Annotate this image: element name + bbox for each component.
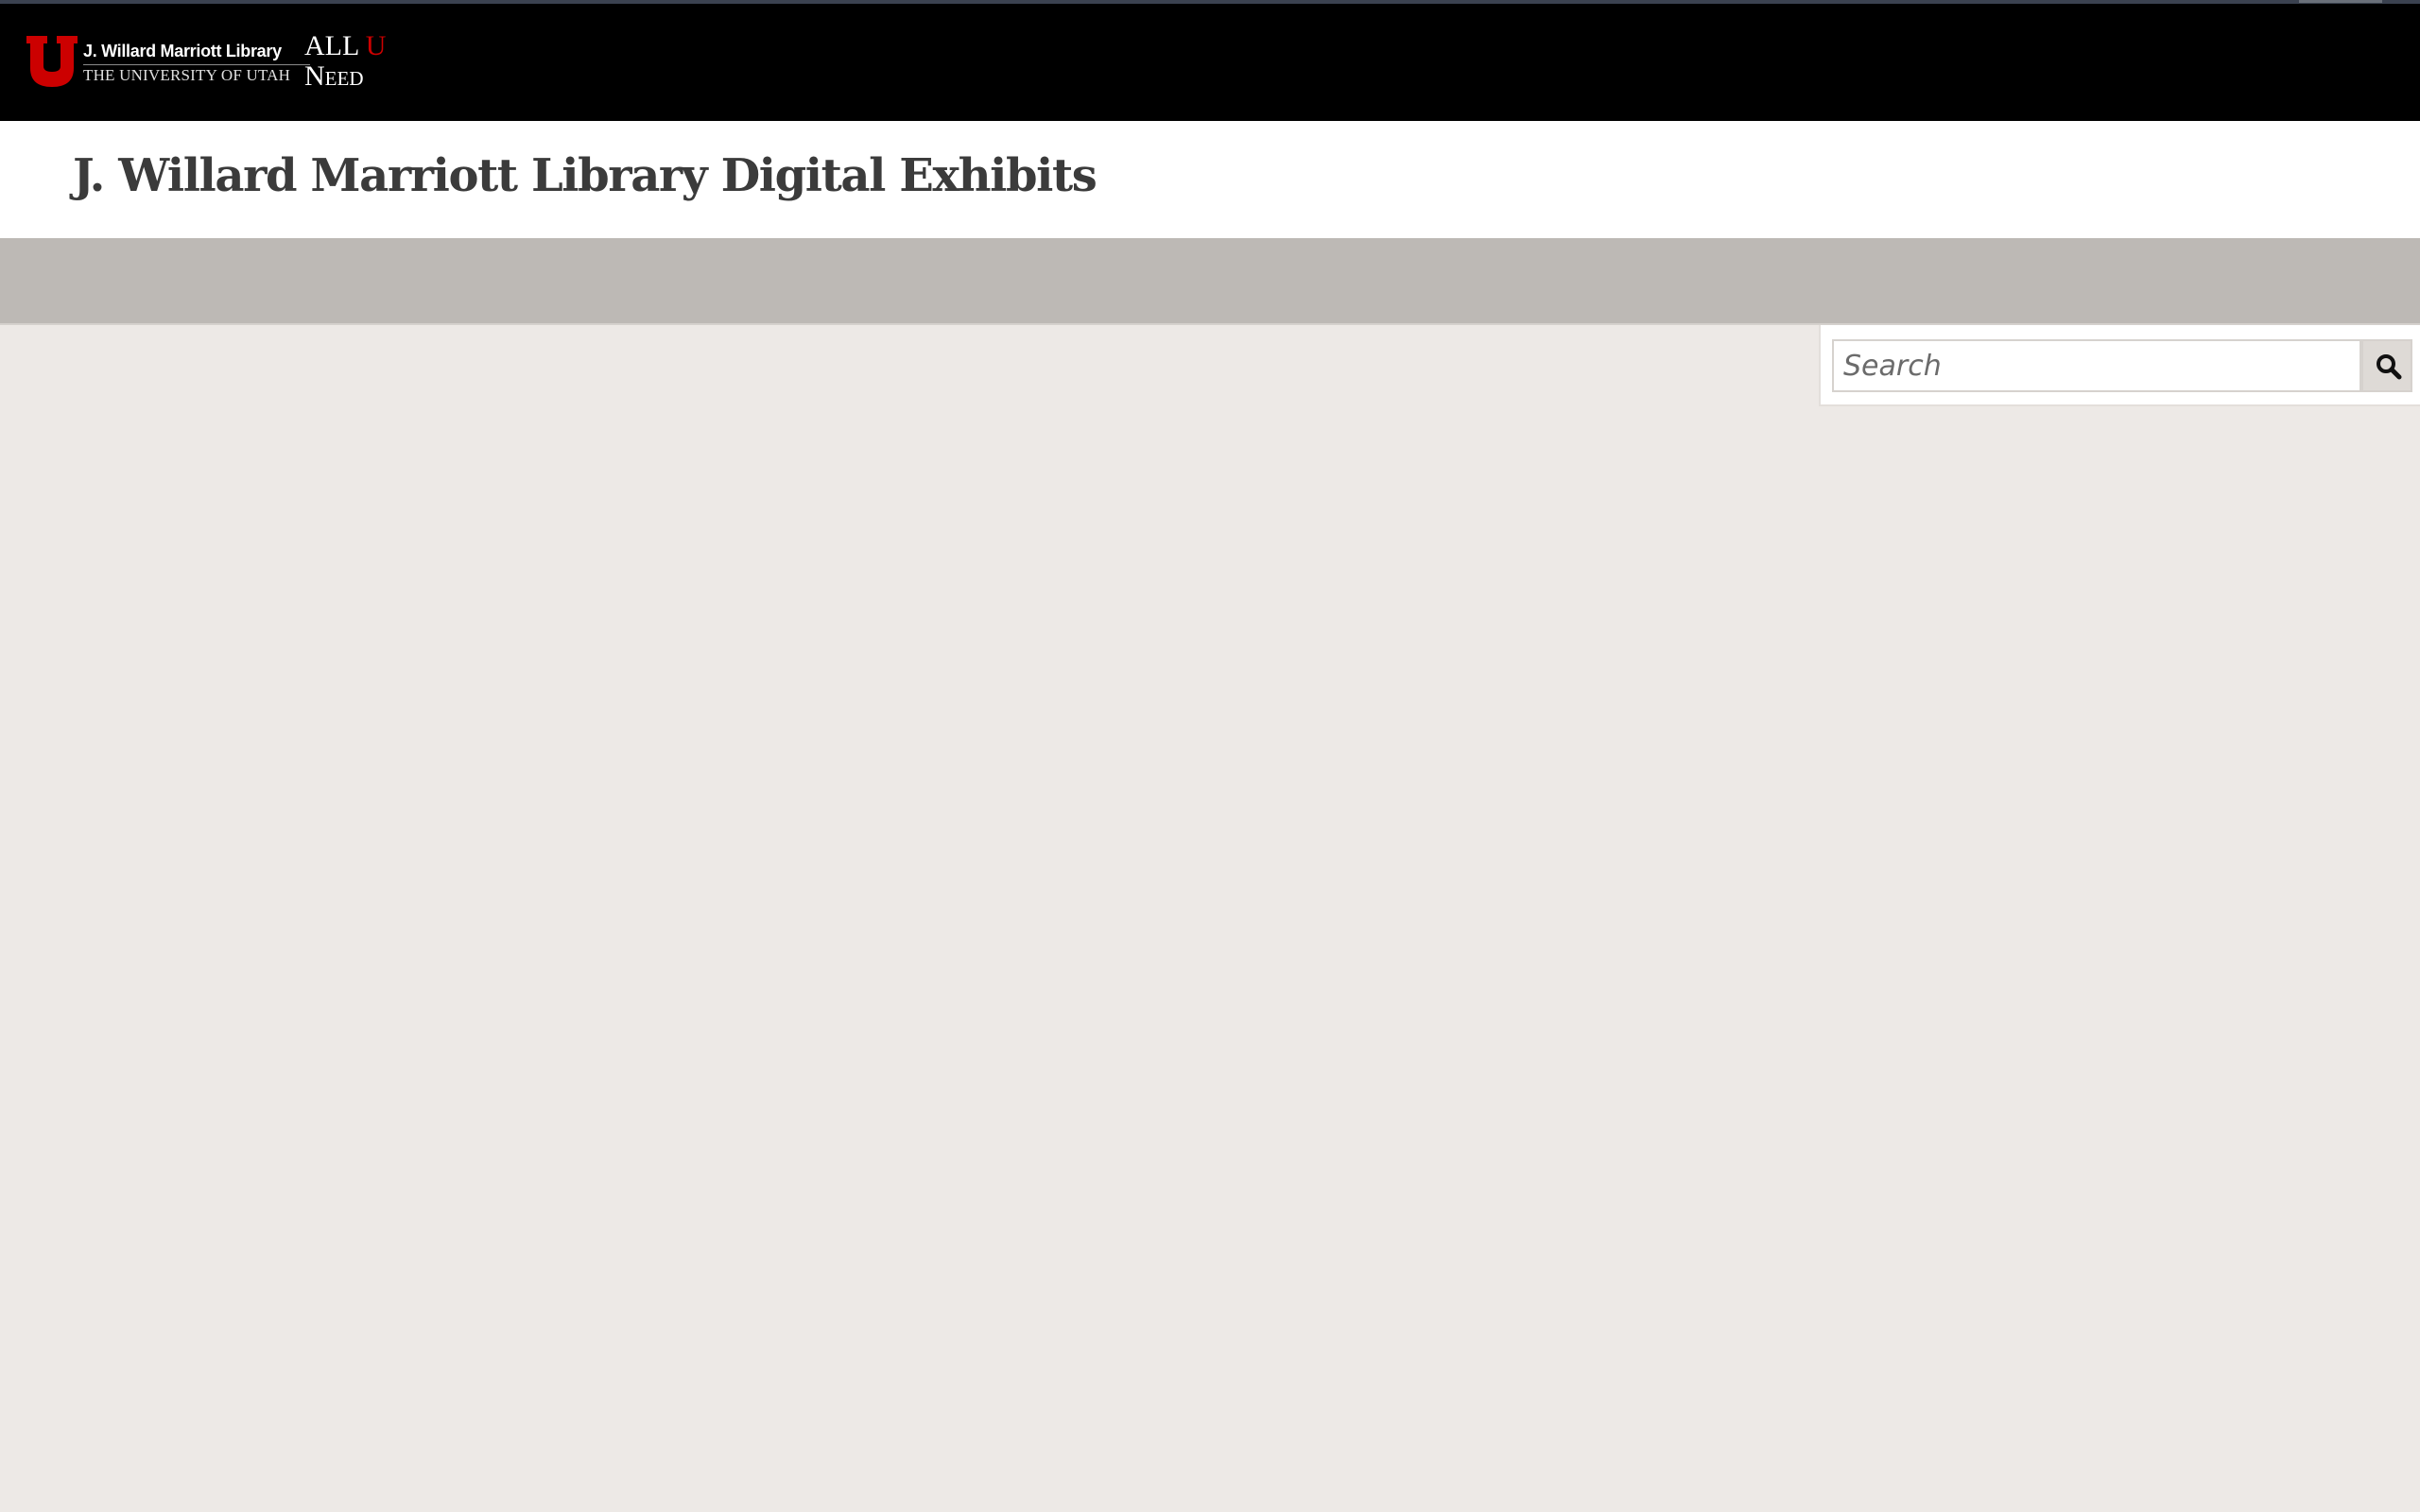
tagline-need: Need bbox=[304, 60, 364, 92]
browser-top-edge-tab bbox=[2299, 0, 2382, 3]
library-logo-link[interactable]: J. Willard Marriott Library THE UNIVERSI… bbox=[25, 30, 393, 93]
search-input[interactable] bbox=[1832, 339, 2361, 392]
tagline-line-1: ALL U bbox=[304, 32, 386, 60]
main-content-area bbox=[0, 325, 1819, 1512]
site-header: J. Willard Marriott Library Digital Exhi… bbox=[0, 121, 2420, 238]
library-name: J. Willard Marriott Library bbox=[83, 42, 282, 60]
university-of-utah-block-u-icon bbox=[26, 36, 78, 87]
search-panel bbox=[1819, 325, 2420, 406]
tagline-all: ALL bbox=[304, 30, 359, 61]
search-button[interactable] bbox=[2361, 339, 2412, 392]
all-u-need-tagline: ALL U Need bbox=[304, 30, 408, 93]
university-brand-bar: J. Willard Marriott Library THE UNIVERSI… bbox=[0, 4, 2420, 121]
site-title-link[interactable]: J. Willard Marriott Library Digital Exhi… bbox=[73, 149, 1098, 202]
primary-nav-bar bbox=[0, 238, 2420, 323]
university-name: THE UNIVERSITY OF UTAH bbox=[83, 66, 291, 84]
magnifying-glass-icon bbox=[2377, 354, 2402, 380]
tagline-u: U bbox=[365, 30, 387, 61]
logo-divider-rule bbox=[83, 64, 310, 65]
